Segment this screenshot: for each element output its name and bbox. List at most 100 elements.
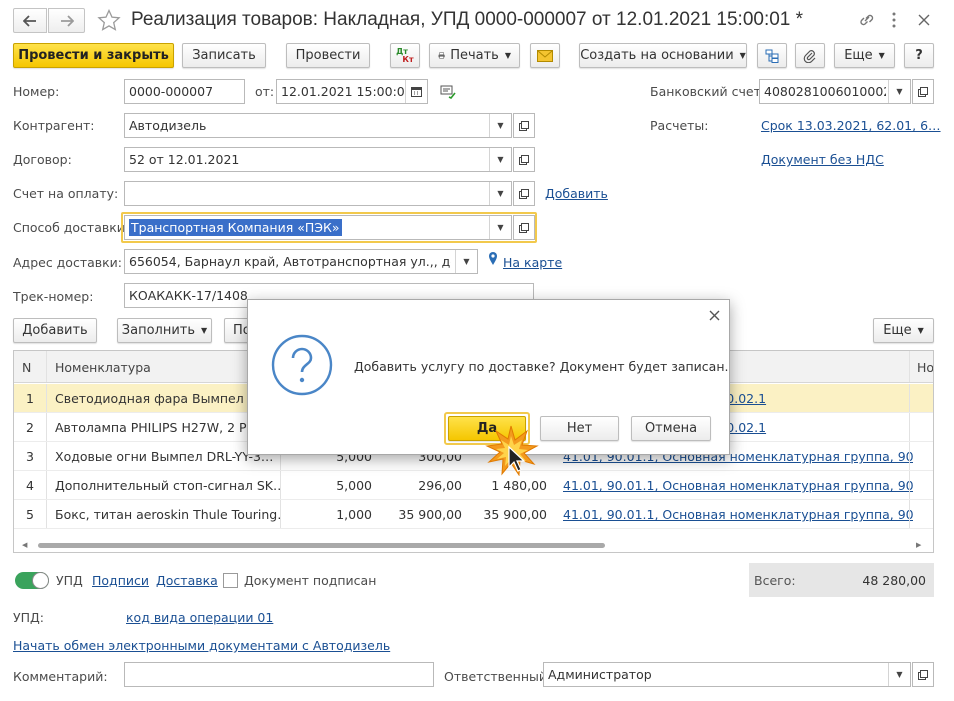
open-delivery-method-button[interactable] [513, 215, 535, 240]
accounts-cell[interactable]: 41.01, 90.01.1, Основная номенклатурная … [563, 500, 913, 529]
more-button[interactable]: Еще ▼ [834, 43, 895, 68]
col-right-header[interactable]: Но [917, 360, 933, 375]
create-based-on-button[interactable]: Создать на основании ▼ [579, 43, 747, 68]
accounts-cell[interactable]: 41.01, 90.01.1, Основная номенклатурная … [563, 471, 913, 500]
chevron-down-icon[interactable]: ▼ [455, 250, 477, 273]
chevron-down-icon[interactable]: ▼ [888, 80, 910, 103]
open-contractor-button[interactable] [513, 113, 535, 138]
open-icon [918, 669, 928, 680]
dtkt-button[interactable]: Дт Кт [390, 43, 420, 68]
column-divider [909, 413, 910, 441]
column-divider [909, 384, 910, 412]
add-invoice-link[interactable]: Добавить [545, 186, 608, 201]
back-button[interactable] [13, 8, 47, 33]
chevron-down-icon[interactable]: ▼ [489, 182, 511, 205]
table-more-label: Еще [883, 323, 912, 338]
post-button[interactable]: Провести [286, 43, 370, 68]
table-row[interactable]: 4 Дополнительный стоп-сигнал SK… 5,000 296,… [14, 471, 933, 500]
nomenclature-cell: Дополнительный стоп-сигнал SK… [55, 478, 280, 493]
comment-edit-icon[interactable] [440, 85, 456, 99]
fill-button[interactable]: Заполнить ▼ [117, 318, 212, 343]
chevron-down-icon: ▼ [878, 51, 885, 60]
price-cell: 296,00 [418, 478, 462, 493]
bank-account-field[interactable]: 40802810060100029557 ▼ [759, 79, 911, 104]
chevron-down-icon[interactable]: ▼ [489, 114, 511, 137]
kebab-menu-icon[interactable] [891, 11, 897, 29]
link-icon[interactable] [858, 12, 876, 28]
open-contract-button[interactable] [513, 147, 535, 172]
date-field[interactable]: 12.01.2021 15:00:01 [276, 79, 428, 104]
upd-toggle[interactable] [15, 572, 49, 589]
arrow-right-icon [60, 14, 74, 27]
col-n-header[interactable]: N [22, 360, 31, 375]
signed-label: Документ подписан [244, 573, 377, 588]
column-divider [280, 471, 281, 499]
col-name-header[interactable]: Номенклатура [55, 360, 151, 375]
scroll-right-arrow[interactable]: ▶ [916, 541, 921, 549]
mouse-cursor-icon [508, 446, 526, 472]
column-divider [909, 500, 910, 528]
close-window-icon[interactable] [917, 13, 931, 27]
price-cell: 35 900,00 [398, 507, 462, 522]
chevron-down-icon[interactable]: ▼ [888, 663, 910, 686]
signed-checkbox[interactable] [223, 573, 238, 588]
delivery-address-field[interactable]: 656054, Барнаул край, Автотранспортная у… [124, 249, 478, 274]
chevron-down-icon[interactable]: ▼ [489, 148, 511, 171]
column-divider [46, 471, 47, 499]
post-and-close-button[interactable]: Провести и закрыть [13, 43, 174, 68]
table-more-button[interactable]: Еще ▼ [873, 318, 934, 343]
total-panel: Всего: 48 280,00 [749, 563, 934, 597]
delivery-method-field[interactable]: Транспортная Компания «ПЭК» ▼ [124, 215, 512, 240]
contractor-field[interactable]: Автодизель ▼ [124, 113, 512, 138]
signatures-link[interactable]: Подписи [92, 573, 149, 588]
open-responsible-button[interactable] [912, 662, 934, 687]
favorite-star-icon[interactable] [97, 9, 121, 32]
table-add-button[interactable]: Добавить [13, 318, 97, 343]
cancel-button[interactable]: Отмена [631, 416, 711, 441]
open-icon [519, 120, 529, 131]
contract-field[interactable]: 52 от 12.01.2021 ▼ [124, 147, 512, 172]
create-based-label: Создать на основании [580, 48, 734, 63]
open-icon [918, 86, 928, 97]
table-row[interactable]: 5 Бокс, титан aeroskin Thule Touring… 1,00… [14, 500, 933, 529]
arrow-left-icon [23, 14, 36, 27]
number-field[interactable]: 0000-000007 [124, 79, 245, 104]
open-bank-account-button[interactable] [912, 79, 934, 104]
no-button[interactable]: Нет [540, 416, 619, 441]
fill-label: Заполнить [121, 323, 196, 338]
edo-exchange-link[interactable]: Начать обмен электронными документами с … [13, 638, 390, 653]
chevron-down-icon[interactable]: ▼ [489, 216, 511, 239]
invoice-field[interactable]: ▼ [124, 181, 512, 206]
paperclip-icon [803, 49, 816, 63]
close-dialog-icon[interactable] [709, 310, 720, 321]
vat-document-link[interactable]: Документ без НДС [761, 152, 884, 167]
calendar-icon[interactable] [405, 80, 427, 103]
row-number-cell: 1 [26, 391, 34, 406]
comment-field[interactable] [124, 662, 434, 687]
open-invoice-button[interactable] [513, 181, 535, 206]
contract-label: Договор: [13, 152, 72, 167]
scroll-left-arrow[interactable]: ◀ [22, 541, 27, 549]
total-label: Всего: [754, 573, 796, 588]
more-label: Еще [844, 48, 873, 63]
delivery-link[interactable]: Доставка [156, 573, 218, 588]
on-map-link[interactable]: На карте [503, 255, 562, 270]
horizontal-scrollbar[interactable]: ◀ ▶ [22, 541, 926, 549]
column-divider [46, 442, 47, 470]
save-button[interactable]: Записать [182, 43, 266, 68]
row-number-cell: 2 [26, 420, 34, 435]
structure-button[interactable] [757, 43, 787, 68]
email-button[interactable] [530, 43, 560, 68]
scrollbar-thumb[interactable] [38, 543, 605, 548]
settlements-link[interactable]: Срок 13.03.2021, 62.01, 6… [761, 118, 941, 133]
delivery-method-value: Транспортная Компания «ПЭК» [129, 219, 342, 236]
chevron-down-icon: ▼ [739, 51, 746, 60]
delivery-method-label: Способ доставки: [13, 220, 130, 235]
responsible-field[interactable]: Администратор ▼ [543, 662, 911, 687]
attachments-button[interactable] [795, 43, 825, 68]
help-button[interactable]: ? [904, 43, 934, 68]
operation-code-link[interactable]: код вида операции 01 [126, 610, 273, 625]
print-button[interactable]: Печать ▼ [429, 43, 520, 68]
forward-button[interactable] [48, 8, 85, 33]
hierarchy-icon [765, 49, 779, 63]
